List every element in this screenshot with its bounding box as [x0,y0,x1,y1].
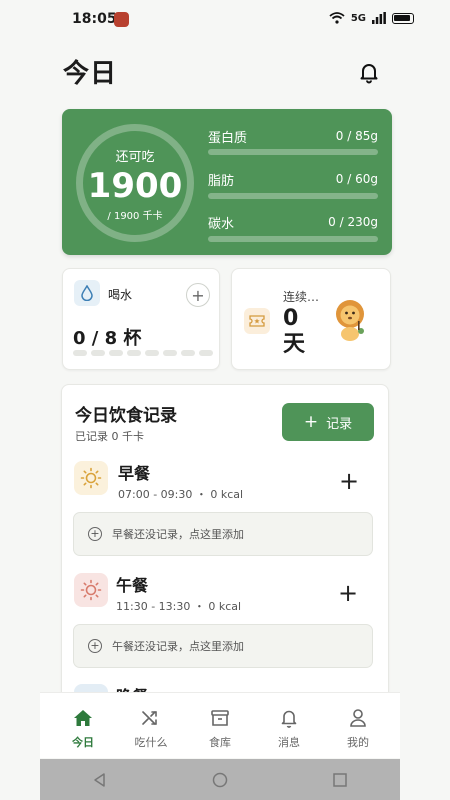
food-log-title: 今日饮食记录 [75,406,177,426]
water-count: 0 / 8 杯 [73,328,142,349]
plus-icon: + [337,579,359,607]
tab-food-library-label: 食库 [209,736,231,749]
battery-icon [392,12,414,24]
status-time: 18:05 [72,11,117,27]
macro-carb-label: 碳水 [208,217,235,232]
lunch-title: 午餐 [116,576,149,595]
tab-messages[interactable]: 消息 [259,706,319,750]
lunch-meta: 11:30 - 13:30 ・ 0 kcal [116,600,242,613]
water-cup[interactable] [145,350,159,356]
macro-protein-value: 0 / 85g [335,129,378,143]
breakfast-empty-text: 早餐还没记录，点这里添加 [112,528,244,541]
lion-mascot-icon [330,298,370,342]
water-cup[interactable] [109,350,123,356]
streak-label: 连续… [283,290,320,304]
plus-circle-icon: + [88,527,102,541]
app-notification-icon [114,12,129,27]
remaining-calories: 1900 [87,166,183,206]
macro-protein-bar [208,149,378,155]
macro-fat-bar [208,193,378,199]
signal-icon [372,12,386,24]
page-title: 今日 [63,59,118,89]
bell-icon [259,706,319,730]
status-icons: 5G [329,12,414,24]
shuffle-icon [121,706,181,730]
tab-today-label: 今日 [72,736,94,749]
tab-profile-label: 我的 [347,736,369,749]
breakfast-meta: 07:00 - 09:30 ・ 0 kcal [118,488,244,501]
wifi-icon [329,12,345,24]
tab-profile[interactable]: 我的 [328,706,388,750]
macro-protein-label: 蛋白质 [208,131,248,146]
plus-icon: + [303,412,319,432]
lunch-empty-add[interactable]: + 午餐还没记录，点这里添加 [73,624,373,668]
water-cup[interactable] [199,350,213,356]
water-cups [73,350,213,356]
archive-icon [190,706,250,730]
plus-icon: + [338,467,360,495]
add-water-button[interactable]: + [186,283,210,307]
breakfast-sun-icon [74,461,108,495]
home-icon [53,706,113,730]
add-breakfast-button[interactable]: + [337,467,361,495]
record-button-label: 记录 [326,416,353,432]
macro-fat-value: 0 / 60g [335,172,378,186]
macro-carb-bar [208,236,378,242]
macro-fat-label: 脂肪 [208,174,235,189]
back-icon[interactable] [92,772,108,788]
water-cup[interactable] [91,350,105,356]
water-cup[interactable] [127,350,141,356]
breakfast-empty-add[interactable]: + 早餐还没记录，点这里添加 [73,512,373,556]
food-log-subtitle: 已记录 0 千卡 [75,430,144,443]
tab-messages-label: 消息 [278,736,300,749]
recents-icon[interactable] [332,772,348,788]
water-label: 喝水 [108,288,133,302]
breakfast-title: 早餐 [118,464,151,483]
water-drop-icon [74,280,100,306]
notification-button[interactable] [357,60,383,86]
tab-today[interactable]: 今日 [53,706,113,750]
lunch-empty-text: 午餐还没记录，点这里添加 [112,640,244,653]
lunch-sun-icon [74,573,108,607]
streak-value: 0 天 [283,306,306,357]
water-cup[interactable] [73,350,87,356]
plus-circle-icon: + [88,639,102,653]
plus-icon: + [191,285,205,305]
add-record-button[interactable]: + 记录 [282,403,374,441]
user-icon [328,706,388,730]
home-circle-icon[interactable] [212,772,228,788]
ticket-icon [244,308,270,334]
water-cup[interactable] [181,350,195,356]
system-navigation-bar [40,759,400,800]
tab-food-library[interactable]: 食库 [190,706,250,750]
macro-carb-value: 0 / 230g [328,215,378,229]
network-label: 5G [350,12,366,24]
tab-what-to-eat-label: 吃什么 [134,736,168,749]
bell-icon [360,64,378,84]
remaining-label: 还可吃 [115,150,155,165]
calorie-total: / 1900 千卡 [107,211,163,222]
water-cup[interactable] [163,350,177,356]
add-lunch-button[interactable]: + [336,579,360,607]
tab-what-to-eat[interactable]: 吃什么 [121,706,181,750]
